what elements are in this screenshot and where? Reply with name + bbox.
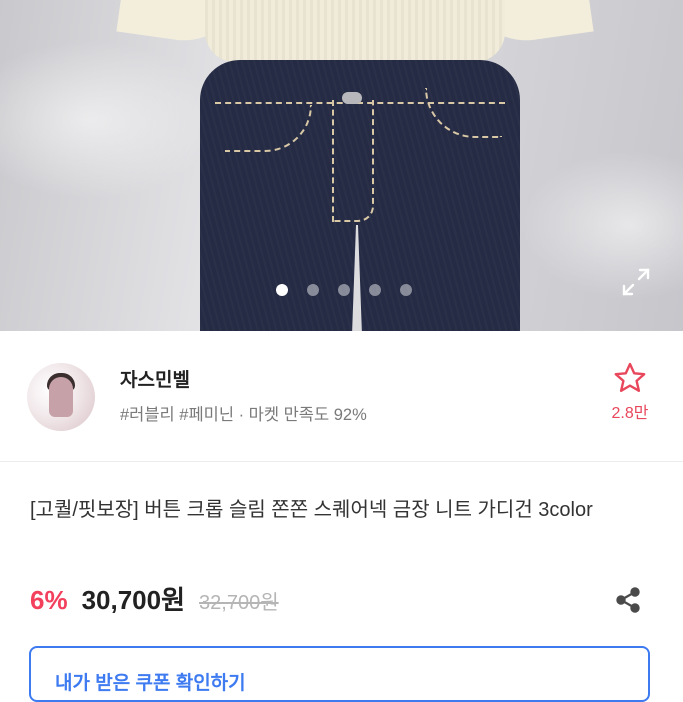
seller-avatar[interactable] <box>27 363 95 431</box>
coupon-check-button[interactable]: 내가 받은 쿠폰 확인하기 <box>29 646 650 702</box>
avatar-figure <box>49 377 73 417</box>
sheet-highlight <box>520 150 683 300</box>
pagination-dot[interactable] <box>368 284 381 296</box>
star-outline-icon <box>614 362 646 392</box>
pagination-dot[interactable] <box>306 284 319 296</box>
price-row: 6% 30,700원 32,700원 <box>30 580 279 620</box>
original-price: 32,700원 <box>199 592 279 614</box>
seller-name[interactable]: 자스민벨 <box>120 365 190 392</box>
sheet-highlight <box>0 40 220 200</box>
favorite-count: 2.8만 <box>611 405 649 422</box>
coupon-check-label: 내가 받은 쿠폰 확인하기 <box>55 673 246 694</box>
product-image-gallery[interactable] <box>0 0 683 331</box>
favorite-button[interactable]: 2.8만 <box>600 361 660 423</box>
pagination-dot[interactable] <box>275 284 288 296</box>
pagination-dot[interactable] <box>399 284 412 296</box>
seller-meta: #러블리 #페미닌 · 마켓 만족도 92% <box>120 406 367 424</box>
product-title: [고퀄/핏보장] 버튼 크롭 슬림 쫀쫀 스퀘어넥 금장 니트 가디건 3col… <box>30 499 593 521</box>
discount-rate: 6% <box>30 585 68 615</box>
expand-icon[interactable] <box>620 266 652 298</box>
share-icon[interactable] <box>613 585 643 615</box>
sale-price: 30,700원 <box>81 585 186 615</box>
gallery-pagination <box>0 284 683 298</box>
seller-row[interactable]: 자스민벨 #러블리 #페미닌 · 마켓 만족도 92% 2.8만 <box>0 331 683 462</box>
jeans-fly-stitch <box>332 100 374 222</box>
model-cardigan <box>205 0 505 62</box>
pagination-dot[interactable] <box>337 284 350 296</box>
